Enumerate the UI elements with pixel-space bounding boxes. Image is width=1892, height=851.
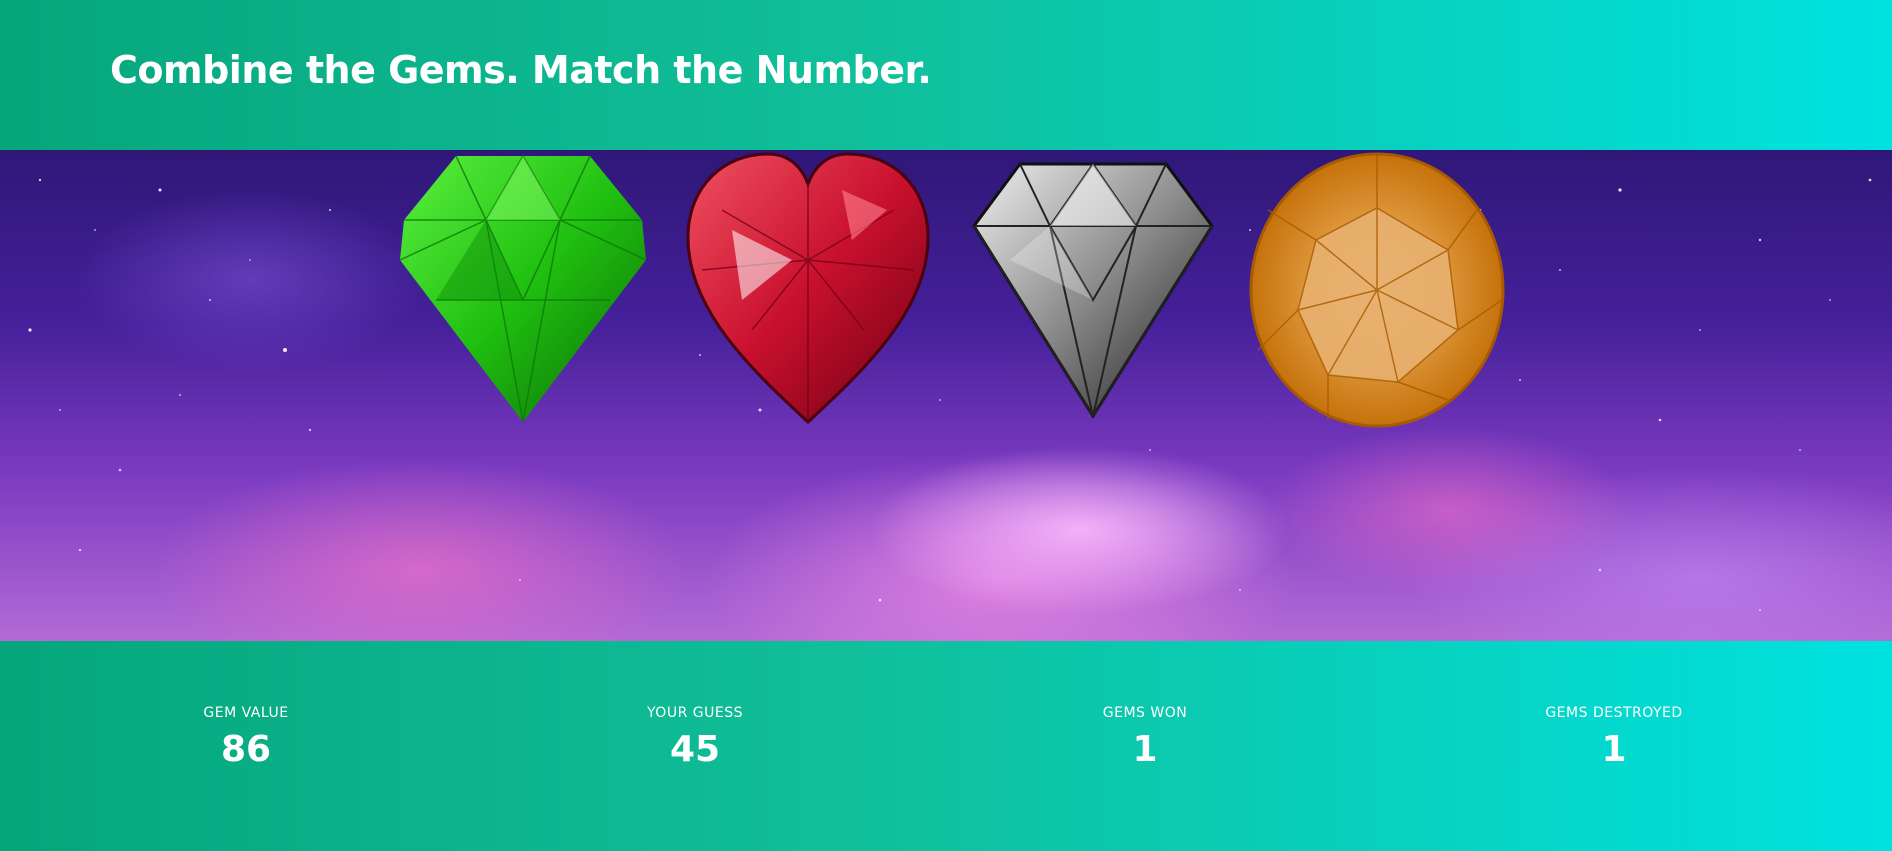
green-gem-icon[interactable]: [396, 150, 650, 426]
stat-value: 1: [1132, 729, 1158, 770]
stat-gems-won: GEMS WON 1: [1015, 703, 1275, 773]
diamond-gem-icon[interactable]: [970, 150, 1216, 420]
stat-label: GEM VALUE: [203, 705, 289, 721]
stats-bar: GEM VALUE 86 YOUR GUESS 45 GEMS WON 1 GE…: [0, 641, 1892, 851]
stat-your-guess: YOUR GUESS 45: [565, 703, 825, 773]
stat-label: GEMS DESTROYED: [1545, 705, 1683, 721]
stat-label: GEMS WON: [1102, 705, 1188, 721]
game-page: Combine the Gems. Match the Number. GEM …: [0, 0, 1892, 851]
page-title: Combine the Gems. Match the Number.: [110, 48, 932, 92]
stat-value: 1: [1601, 729, 1627, 770]
header-bar: Combine the Gems. Match the Number.: [0, 0, 1892, 150]
stat-gem-value: GEM VALUE 86: [116, 703, 376, 773]
orange-round-gem-icon[interactable]: [1248, 150, 1506, 430]
red-heart-gem-icon[interactable]: [682, 150, 934, 426]
starfield-background: [28, 178, 1872, 611]
stat-gems-destroyed: GEMS DESTROYED 1: [1484, 703, 1744, 773]
stat-label: YOUR GUESS: [647, 705, 743, 721]
gem-playfield: [0, 150, 1892, 641]
stat-value: 86: [220, 729, 272, 770]
stat-value: 45: [669, 729, 721, 770]
